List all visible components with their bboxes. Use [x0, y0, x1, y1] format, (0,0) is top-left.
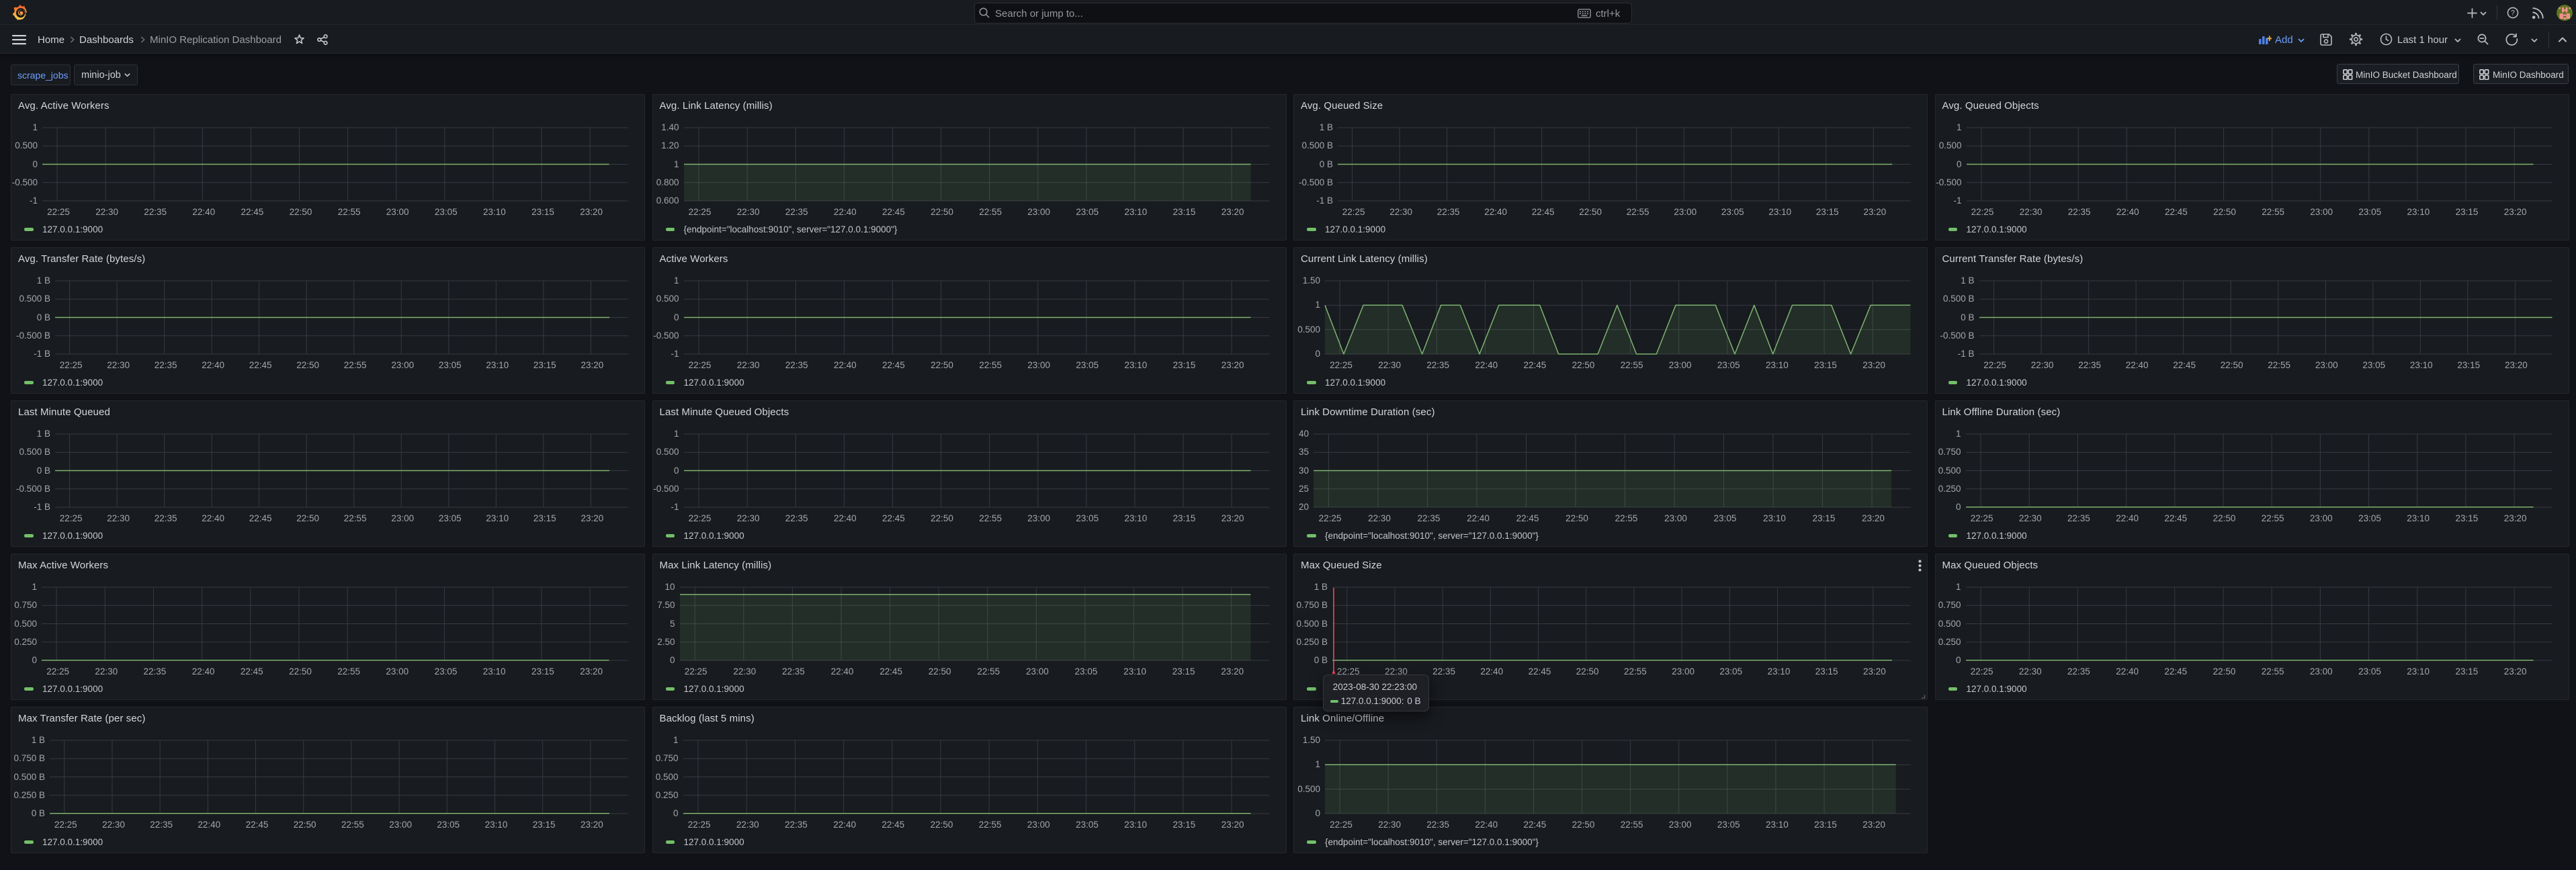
svg-text:?: ? — [2511, 9, 2515, 17]
